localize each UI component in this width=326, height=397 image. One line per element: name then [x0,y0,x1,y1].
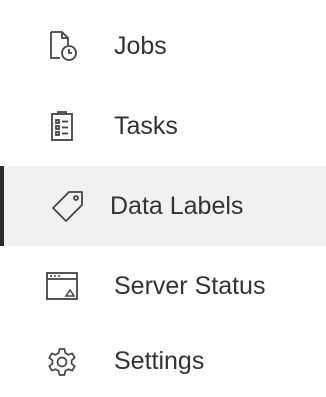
sidebar-item-label: Server Status [114,271,266,300]
jobs-icon [44,28,80,64]
sidebar-item-label: Data Labels [110,191,244,220]
sidebar-item-jobs[interactable]: Jobs [4,6,326,86]
server-status-icon [44,268,80,304]
sidebar-item-settings[interactable]: Settings [4,326,326,397]
sidebar-nav: Jobs Tasks Data Labels Server Status Set… [0,0,326,397]
sidebar-item-data-labels[interactable]: Data Labels [0,166,326,246]
sidebar-item-label: Settings [114,347,205,375]
gear-icon [44,344,80,380]
tasks-icon [44,108,80,144]
tag-icon [50,188,86,224]
sidebar-item-label: Jobs [114,31,167,60]
sidebar-item-label: Tasks [114,111,178,140]
sidebar-item-tasks[interactable]: Tasks [4,86,326,166]
sidebar-item-server-status[interactable]: Server Status [4,246,326,326]
